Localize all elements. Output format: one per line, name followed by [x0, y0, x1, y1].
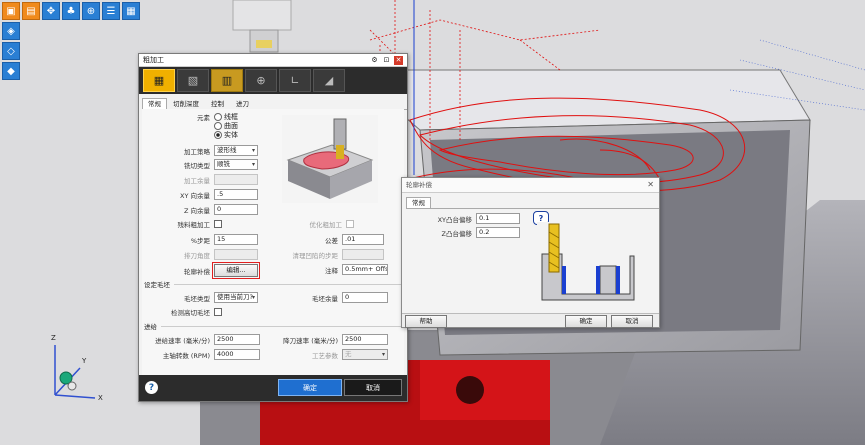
cube-view-icon[interactable]: ▣ — [2, 2, 20, 20]
offset-illustration — [537, 222, 637, 304]
element-label: 元素 — [197, 114, 210, 122]
tab-general[interactable]: 常规 — [142, 98, 167, 109]
target-icon[interactable]: ⊕ — [245, 69, 277, 92]
dialog-titlebar[interactable]: 粗加工 ⚙ ⊡ ✕ — [139, 54, 407, 67]
slot-angle-label: 排刀角度 — [184, 251, 210, 260]
feed-rate-input[interactable]: 2500 — [214, 334, 260, 345]
feed-rate-label: 进给速率 (毫米/分) — [155, 336, 210, 345]
optimize-roughing-checkbox — [346, 220, 354, 228]
tolerance-input[interactable]: .01 — [342, 234, 384, 245]
cleanup-stepover-input — [342, 249, 384, 260]
z-stock-input[interactable]: 0 — [214, 204, 258, 215]
profile-comp-dialog: 轮廓补偿 ✕ 常规 XY凸台偏移 0.1 Z凸台偏移 0.2 ? 帮助 确定 取消 — [401, 177, 660, 328]
slope-icon[interactable]: ◢ — [313, 69, 345, 92]
dialog-body: 元素 线框 曲面 实体 加工策略波形线 铣切类型顺铣 加工余量 XY 向余量.5… — [142, 109, 404, 375]
axis-label-z: Z — [51, 334, 56, 342]
top-toolbar: ▣ ▤ ✥ ♣ ⊕ ☰ ▦ — [2, 2, 140, 20]
axis-label-y: Y — [82, 357, 87, 365]
machine-icon[interactable]: ▤ — [22, 2, 40, 20]
feed-section-title: 进给 — [144, 321, 402, 331]
stock-allowance-label: 毛坯余量 — [312, 294, 338, 303]
tab-approach[interactable]: 进刀 — [230, 98, 255, 109]
spindle-speed-label: 主轴转数 (RPM) — [162, 351, 210, 360]
roughing-mode-icon[interactable]: ▦ — [143, 69, 175, 92]
xy-boss-offset-label: XY凸台偏移 — [437, 215, 472, 224]
close-icon[interactable]: ✕ — [394, 55, 403, 65]
profile-comp-label: 轮廓补偿 — [184, 267, 210, 276]
profile-icon[interactable]: ∟ — [279, 69, 311, 92]
plunge-rate-input[interactable]: 2500 — [342, 334, 388, 345]
z-boss-offset-label: Z凸台偏移 — [441, 229, 472, 238]
machining-allowance-label: 加工余量 — [184, 176, 210, 185]
stock-type-label: 毛坯类型 — [184, 294, 210, 303]
settings-icon[interactable]: ⚙ — [370, 56, 379, 65]
stock-section-title: 设定毛坯 — [144, 279, 402, 289]
tolerance-label: 公差 — [325, 236, 338, 245]
optimize-roughing-label: 优化粗加工 — [309, 221, 343, 229]
z-boss-offset-input[interactable]: 0.2 — [476, 227, 520, 238]
plunge-rate-label: 降刀速率 (毫米/分) — [283, 336, 338, 345]
spindle-speed-input[interactable]: 4000 — [214, 349, 260, 360]
list-icon[interactable]: ☰ — [102, 2, 120, 20]
zoom-icon[interactable]: ⊕ — [82, 2, 100, 20]
tech-param-label: 工艺参数 — [312, 351, 338, 360]
tree-icon[interactable]: ♣ — [62, 2, 80, 20]
comp-ok-button[interactable]: 确定 — [565, 315, 607, 328]
tab-control[interactable]: 控制 — [205, 98, 230, 109]
tab-cut-depth[interactable]: 切削深度 — [167, 98, 205, 109]
stepover-label: %步距 — [190, 236, 210, 245]
radio-solid[interactable] — [214, 131, 222, 139]
machining-allowance-input — [214, 174, 258, 185]
dialog-title: 粗加工 — [143, 56, 164, 64]
check-stock-checkbox[interactable] — [214, 308, 222, 316]
tech-param-select: 无 — [342, 349, 388, 360]
pin-icon[interactable]: ⊡ — [382, 56, 391, 65]
help-icon[interactable]: ? — [145, 381, 158, 394]
operation-ribbon: ▦ ▧ ▥ ⊕ ∟ ◢ — [139, 67, 407, 94]
radio-surface[interactable] — [214, 122, 222, 130]
note-label: 注释 — [325, 266, 338, 275]
tab-comp-general[interactable]: 常规 — [406, 197, 431, 208]
grid-icon[interactable]: ▦ — [122, 2, 140, 20]
stock-allowance-input[interactable]: 0 — [342, 292, 388, 303]
stepover-input[interactable]: 15 — [214, 234, 258, 245]
dialog-footer: ? 确定 取消 — [139, 375, 407, 401]
residual-roughing-label: 残料粗加工 — [177, 221, 211, 229]
front-view-icon[interactable]: ◇ — [2, 42, 20, 60]
residual-roughing-checkbox[interactable] — [214, 220, 222, 228]
cancel-button[interactable]: 取消 — [344, 379, 402, 396]
comp-tabs: 常规 — [406, 197, 659, 209]
radio-solid-label: 实体 — [224, 131, 238, 139]
z-stock-label: Z 向余量 — [183, 206, 210, 215]
slot-angle-input — [214, 249, 258, 260]
axis-label-x: X — [98, 394, 103, 402]
move-icon[interactable]: ✥ — [42, 2, 60, 20]
comp-dialog-title[interactable]: 轮廓补偿 — [402, 178, 659, 193]
xy-boss-offset-input[interactable]: 0.1 — [476, 213, 520, 224]
ok-button[interactable]: 确定 — [278, 379, 342, 396]
layer-mode-icon[interactable]: ▧ — [177, 69, 209, 92]
comp-cancel-button[interactable]: 取消 — [611, 315, 653, 328]
comp-help-button[interactable]: 帮助 — [405, 315, 447, 328]
strategy-select[interactable]: 波形线 — [214, 145, 258, 156]
check-stock-label: 检测高切毛坯 — [171, 309, 210, 317]
roughing-illustration — [282, 115, 378, 203]
view-toolbar: ◈ ◇ ◆ — [2, 22, 20, 80]
note-input[interactable]: 0.5mm+ Offse — [342, 264, 388, 275]
cut-type-label: 铣切类型 — [184, 161, 210, 170]
xy-stock-label: XY 向余量 — [180, 191, 210, 200]
profile-comp-edit-button[interactable]: 编辑... — [212, 262, 260, 279]
stock-type-select[interactable]: 使用当前刀? — [214, 292, 258, 303]
shaded-view-icon[interactable]: ◆ — [2, 62, 20, 80]
box-mode-icon[interactable]: ▥ — [211, 69, 243, 92]
cleanup-stepover-label: 清理凹陷的步距 — [292, 251, 339, 260]
xy-stock-input[interactable]: .5 — [214, 189, 258, 200]
roughing-dialog: 粗加工 ⚙ ⊡ ✕ ▦ ▧ ▥ ⊕ ∟ ◢ 常规 切削深度 控制 进刀 元素 线… — [138, 53, 408, 402]
radio-wireframe[interactable] — [214, 113, 222, 121]
close-icon[interactable]: ✕ — [647, 180, 654, 189]
cut-type-select[interactable]: 顺铣 — [214, 159, 258, 170]
strategy-label: 加工策略 — [184, 147, 210, 156]
iso-view-icon[interactable]: ◈ — [2, 22, 20, 40]
